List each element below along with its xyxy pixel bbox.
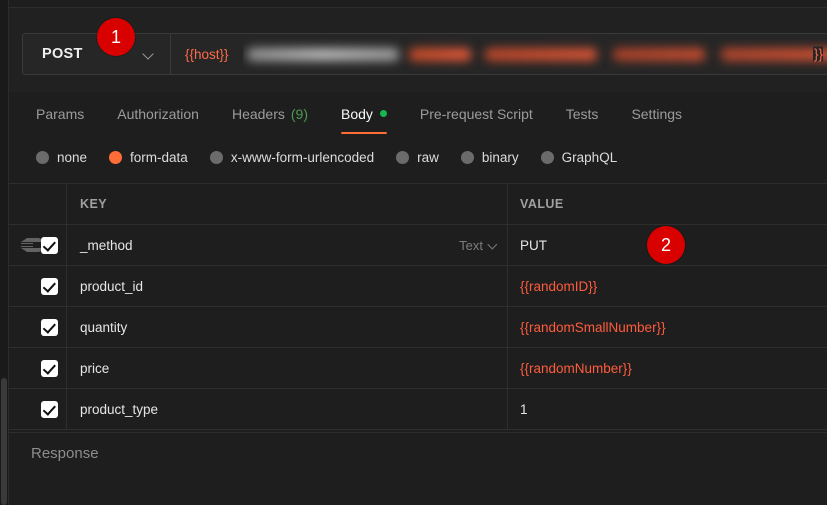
body-type-raw-label: raw xyxy=(417,149,439,165)
body-type-binary[interactable]: binary xyxy=(460,149,519,165)
row-key-value: quantity xyxy=(80,319,128,335)
table-row: product_type 1 xyxy=(9,389,827,430)
request-bar-zone: POST {{host}} }} xyxy=(9,7,827,92)
body-type-none-label: none xyxy=(57,149,88,165)
table-header-row: KEY VALUE xyxy=(9,184,827,225)
radio-icon xyxy=(460,150,474,164)
row-enabled-checkbox[interactable] xyxy=(41,236,58,254)
tab-params-label: Params xyxy=(36,105,85,122)
annotation-badge-1-label: 1 xyxy=(110,26,121,47)
row-key-value: product_id xyxy=(80,278,144,294)
row-key-value: product_type xyxy=(80,401,159,417)
body-type-none[interactable]: none xyxy=(36,150,87,165)
chevron-down-icon xyxy=(488,241,497,250)
url-redacted-overlay xyxy=(243,34,827,74)
tab-headers-count: (9) xyxy=(290,105,308,122)
column-header-value: VALUE xyxy=(520,197,564,211)
request-url-row: POST {{host}} }} xyxy=(22,33,827,75)
request-tabs: Params Authorization Headers (9) Body Pr… xyxy=(9,92,827,135)
table-row: price {{randomNumber}} xyxy=(9,348,827,389)
row-value-text: {{randomID}} xyxy=(520,278,598,294)
row-value-cell[interactable]: 1 xyxy=(508,389,827,429)
response-pane: Response xyxy=(9,432,827,505)
annotation-badge-2: 2 xyxy=(647,226,685,264)
row-key-cell[interactable]: price xyxy=(67,348,508,388)
row-key-value: _method xyxy=(80,237,133,253)
url-tail-variable: }} xyxy=(812,46,823,62)
body-type-graphql-label: GraphQL xyxy=(561,149,618,165)
tab-authorization[interactable]: Authorization xyxy=(117,94,199,134)
row-handle-cell xyxy=(9,307,67,347)
row-value-cell[interactable]: {{randomSmallNumber}} xyxy=(508,307,827,347)
tab-headers-label: Headers xyxy=(231,105,285,122)
row-handle-cell xyxy=(9,389,67,429)
radio-icon xyxy=(540,150,554,164)
row-key-value: price xyxy=(80,360,110,376)
table-row: _method Text PUT xyxy=(9,225,827,266)
tab-body-label: Body xyxy=(341,105,373,122)
row-handle-cell xyxy=(9,225,67,265)
request-url-input[interactable]: {{host}} }} xyxy=(171,34,827,74)
row-enabled-checkbox[interactable] xyxy=(41,277,58,295)
radio-selected-icon xyxy=(109,150,123,164)
clipped-top-strip xyxy=(9,0,827,7)
annotation-badge-2-label: 2 xyxy=(660,234,671,255)
tab-settings-label: Settings xyxy=(631,105,683,122)
row-value-cell[interactable]: {{randomID}} xyxy=(508,266,827,306)
table-row: product_id {{randomID}} xyxy=(9,266,827,307)
table-row: quantity {{randomSmallNumber}} xyxy=(9,307,827,348)
row-key-cell[interactable]: product_type xyxy=(67,389,508,429)
row-key-cell[interactable]: _method Text xyxy=(67,225,508,265)
row-type-label: Text xyxy=(459,237,483,253)
postman-request-builder: POST {{host}} }} Params Authorization He… xyxy=(0,0,827,505)
radio-icon xyxy=(209,150,223,164)
annotation-badge-1: 1 xyxy=(97,18,135,56)
row-value-text: {{randomNumber}} xyxy=(520,360,632,376)
row-value-text: {{randomSmallNumber}} xyxy=(520,319,666,335)
tab-headers[interactable]: Headers (9) xyxy=(232,94,308,134)
form-data-table: KEY VALUE _method Text PUT product_id {{… xyxy=(9,183,827,432)
row-value-cell[interactable]: {{randomNumber}} xyxy=(508,348,827,388)
row-enabled-checkbox[interactable] xyxy=(41,359,58,377)
row-value-text: 1 xyxy=(520,401,528,417)
tab-params[interactable]: Params xyxy=(36,94,84,134)
http-method-label: POST xyxy=(42,46,83,62)
tab-tests[interactable]: Tests xyxy=(566,94,599,134)
body-type-raw[interactable]: raw xyxy=(396,150,439,165)
body-type-x-www-form-urlencoded-label: x-www-form-urlencoded xyxy=(230,149,375,165)
table-header-value-cell: VALUE xyxy=(508,184,827,224)
tab-authorization-label: Authorization xyxy=(117,105,199,122)
body-has-content-dot-icon xyxy=(379,110,387,117)
body-type-form-data-label: form-data xyxy=(130,149,188,165)
row-handle-cell xyxy=(9,266,67,306)
row-enabled-checkbox[interactable] xyxy=(41,400,58,418)
body-type-x-www-form-urlencoded[interactable]: x-www-form-urlencoded xyxy=(209,149,375,165)
body-type-form-data[interactable]: form-data xyxy=(109,150,188,165)
row-type-select[interactable]: Text xyxy=(459,238,497,253)
chevron-down-icon xyxy=(143,49,154,60)
url-host-variable: {{host}} xyxy=(185,46,229,62)
table-header-key-cell: KEY xyxy=(67,184,508,224)
left-rail xyxy=(0,0,9,505)
table-header-handle-cell xyxy=(9,184,67,224)
tab-body[interactable]: Body xyxy=(341,94,387,134)
row-value-text: PUT xyxy=(520,237,547,253)
tab-pre-request-script[interactable]: Pre-request Script xyxy=(420,94,533,134)
row-enabled-checkbox[interactable] xyxy=(41,318,58,336)
tab-pre-request-script-label: Pre-request Script xyxy=(419,105,533,122)
row-handle-cell xyxy=(9,348,67,388)
tab-settings[interactable]: Settings xyxy=(631,94,682,134)
body-type-binary-label: binary xyxy=(481,149,519,165)
radio-icon xyxy=(36,150,49,164)
drag-handle-icon[interactable] xyxy=(21,238,45,252)
response-title: Response xyxy=(31,445,99,462)
tab-tests-label: Tests xyxy=(565,105,599,122)
column-header-key: KEY xyxy=(80,197,108,211)
row-key-cell[interactable]: quantity xyxy=(67,307,508,347)
vertical-scrollbar-thumb[interactable] xyxy=(1,378,7,505)
body-type-graphql[interactable]: GraphQL xyxy=(540,149,618,165)
radio-icon xyxy=(396,150,410,164)
body-type-radio-group: none form-data x-www-form-urlencoded raw… xyxy=(9,140,827,174)
row-key-cell[interactable]: product_id xyxy=(67,266,508,306)
